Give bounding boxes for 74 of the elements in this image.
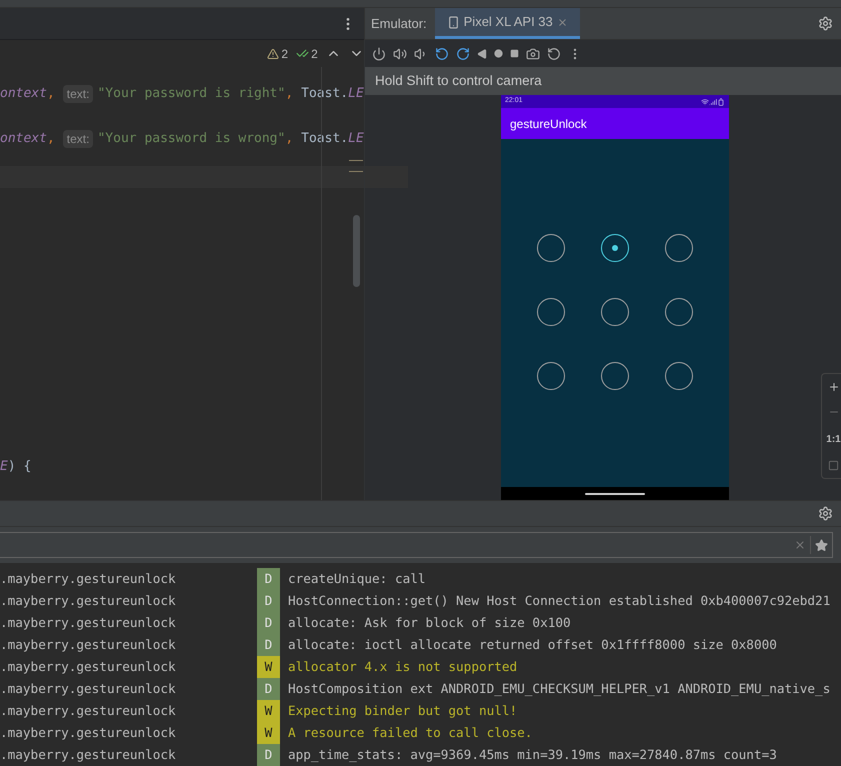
rotate-left-icon[interactable] [435,46,449,60]
code-token: Toast. [301,130,348,148]
star-icon[interactable] [815,538,828,552]
fit-screen-icon[interactable] [828,460,839,472]
code-token: , [285,85,294,104]
snapshot-icon[interactable] [547,46,561,60]
log-message: createUnique: call [288,570,426,588]
home-indicator[interactable] [585,492,645,494]
back-icon[interactable] [477,48,487,58]
app-title: gestureUnlock [510,116,587,132]
log-level: D [257,590,280,612]
log-message: app_time_stats: avg=9369.45ms min=39.19ms max=27840.87ms count=3 [288,746,777,764]
log-level: D [257,744,280,766]
home-icon[interactable] [494,49,503,58]
code-token: "Your password is wrong" [97,130,286,148]
code-token: LE [348,85,364,104]
zoom-actual-size[interactable]: 1:1 [826,432,841,447]
code-token: , [46,85,55,104]
log-level: D [257,634,280,656]
log-level: D [257,678,280,700]
parameter-hint: text: [62,85,94,103]
code-token: ontext [0,85,47,104]
code-token: LE [348,130,364,148]
code-token: , [285,130,294,148]
package-name: .mayberry.gestureunlock [0,592,177,610]
settings-icon[interactable] [818,506,833,521]
package-name: .mayberry.gestureunlock [0,680,177,698]
zoom-in-icon[interactable] [828,380,840,393]
package-name: .mayberry.gestureunlock [0,702,177,720]
code-token: E [0,458,8,476]
close-icon[interactable] [556,16,568,28]
camera-hint: Hold Shift to control camera [375,72,542,90]
log-level: D [257,612,280,634]
log-level: W [257,700,280,722]
log-level: D [257,568,280,590]
volume-up-icon[interactable] [393,46,407,60]
log-message: Expecting binder but got null! [288,702,518,720]
settings-icon[interactable] [818,16,833,31]
package-name: .mayberry.gestureunlock [0,614,177,632]
package-name: .mayberry.gestureunlock [0,724,177,742]
code-token: "Your password is right" [97,85,286,104]
code-token: ) { [8,458,32,476]
device-tab[interactable]: Pixel XL API 33 [434,8,580,39]
code-token: , [46,130,55,148]
problem-count: 2 [311,46,318,62]
package-name: .mayberry.gestureunlock [0,746,177,764]
log-message: allocate: ioctl allocate returned offset 0x1ffff8000 size 0x8000 [288,636,777,654]
log-message: A resource failed to call close. [288,724,532,742]
parameter-hint: text: [62,130,94,148]
package-name: .mayberry.gestureunlock [0,636,177,654]
battery-icon [717,98,725,106]
phone-icon [446,16,460,28]
scrollbar-thumb[interactable] [352,215,360,287]
log-level: W [257,722,280,744]
camera-icon[interactable] [526,46,540,60]
wifi-icon [701,98,709,106]
check-icon[interactable] [296,47,310,60]
code-token: ontext [0,130,47,148]
log-level: W [257,656,280,678]
package-name: .mayberry.gestureunlock [0,658,177,676]
emulator-label: Emulator: [371,14,427,33]
problem-count: 2 [281,46,288,62]
warning-icon[interactable] [267,48,280,60]
log-message: allocator 4.x is not supported [288,658,518,676]
rotate-right-icon[interactable] [456,46,470,60]
overview-icon[interactable] [510,49,519,58]
package-name: .mayberry.gestureunlock [0,570,177,588]
filter-field[interactable] [0,532,833,558]
log-message: allocate: Ask for block of size 0x100 [288,614,571,632]
code-token: Toast. [301,85,348,104]
signal-icon [709,98,717,106]
power-icon[interactable] [372,46,386,60]
log-message: HostConnection::get() New Host Connection established 0xb400007c92ebd21 [288,592,830,610]
log-message: HostComposition ext ANDROID_EMU_CHECKSUM_HELPER_v1 ANDROID_EMU_native_s [288,680,830,698]
